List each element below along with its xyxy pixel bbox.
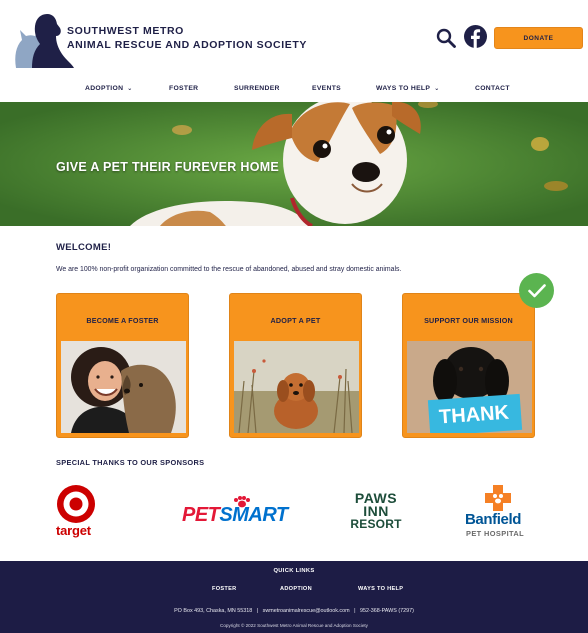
support-our-mission-card[interactable]: SUPPORT OUR MISSION THANK [402,293,535,438]
chevron-down-icon: ⌄ [127,86,133,92]
main-navigation: ADOPTION ⌄ FOSTER SURRENDER EVENTS WAYS T… [0,80,588,100]
nav-item-surrender[interactable]: SURRENDER [234,85,280,92]
nav-item-label: SURRENDER [234,85,280,92]
nav-item-label: ADOPTION [85,85,124,92]
nav-item-ways-to-help[interactable]: WAYS TO HELP ⌄ [376,85,440,92]
paws-inn-line3: RESORT [350,517,402,531]
chevron-down-icon: ⌄ [434,86,440,92]
dog-thank-you-sign-image: THANK [407,341,532,433]
org-name-line2: ANIMAL RESCUE AND ADOPTION SOCIETY [67,39,307,51]
paws-inn-resort-sponsor-logo[interactable]: PAWS INN RESORT [344,491,408,532]
petsmart-pet-text: PET [182,504,220,526]
nav-item-foster[interactable]: FOSTER [169,85,198,92]
nav-item-label: FOSTER [169,85,199,92]
nav-item-label: CONTACT [475,85,510,92]
petsmart-sponsor-logo[interactable]: PETSMART [182,496,288,526]
checkmark-icon [527,283,546,297]
card-label: BECOME A FOSTER [86,316,159,325]
target-sponsor-logo[interactable]: target [54,484,98,540]
card-label: SUPPORT OUR MISSION [424,316,513,325]
banfield-sponsor-logo[interactable]: Banfield PET HOSPITAL [463,483,535,541]
nav-item-events[interactable]: EVENTS [312,85,341,92]
target-bullseye-icon [57,485,95,523]
hero-banner: GIVE A PET THEIR FUREVER HOME [0,102,588,226]
footer-contact-info: PO Box 493, Chaska, MN 55318 | swmetroan… [174,608,414,614]
petsmart-smart-text: SMART [219,504,288,526]
nav-item-label: WAYS TO HELP [376,85,431,92]
site-header: SOUTHWEST METRO ANIMAL RESCUE AND ADOPTI… [0,0,588,76]
footer-link-foster[interactable]: FOSTER [212,586,237,592]
org-name-line1: SOUTHWEST METRO [67,25,184,37]
welcome-text: We are 100% non-profit organization comm… [56,266,402,273]
check-badge [519,273,554,308]
search-icon[interactable] [436,28,456,48]
welcome-heading: WELCOME! [56,242,112,253]
adopt-a-pet-card[interactable]: ADOPT A PET [229,293,362,438]
banfield-subtitle: PET HOSPITAL [466,529,525,538]
hero-title: GIVE A PET THEIR FUREVER HOME [56,160,280,174]
foster-photo [61,341,186,433]
site-footer: QUICK LINKS FOSTER ADOPTION WAYS TO HELP… [0,561,588,633]
facebook-icon[interactable] [464,25,487,48]
sponsors-heading: SPECIAL THANKS TO OUR SPONSORS [56,458,205,467]
card-label: ADOPT A PET [270,316,321,325]
woman-with-dog-image [61,341,186,433]
footer-link-adoption[interactable]: ADOPTION [280,586,312,592]
footer-link-ways-to-help[interactable]: WAYS TO HELP [358,586,403,592]
target-wordmark: target [56,523,91,538]
footer-copyright: Copyright © 2022 Southwest Metro Animal … [220,623,368,628]
nav-item-label: EVENTS [312,85,341,92]
become-a-foster-card[interactable]: BECOME A FOSTER [56,293,189,438]
footer-heading: QUICK LINKS [273,568,315,574]
nav-item-contact[interactable]: CONTACT [475,85,510,92]
nav-item-adoption[interactable]: ADOPTION ⌄ [85,85,133,92]
petsmart-wordmark: PETSMART [182,504,288,527]
banfield-wordmark: Banfield [465,511,521,528]
adopt-photo [234,341,359,433]
organization-name[interactable]: SOUTHWEST METRO ANIMAL RESCUE AND ADOPTI… [67,24,307,52]
donate-button[interactable]: DONATE [494,27,583,49]
dog-in-field-image [234,341,359,433]
banfield-cross-icon [485,485,511,511]
mission-photo: THANK [407,341,532,433]
